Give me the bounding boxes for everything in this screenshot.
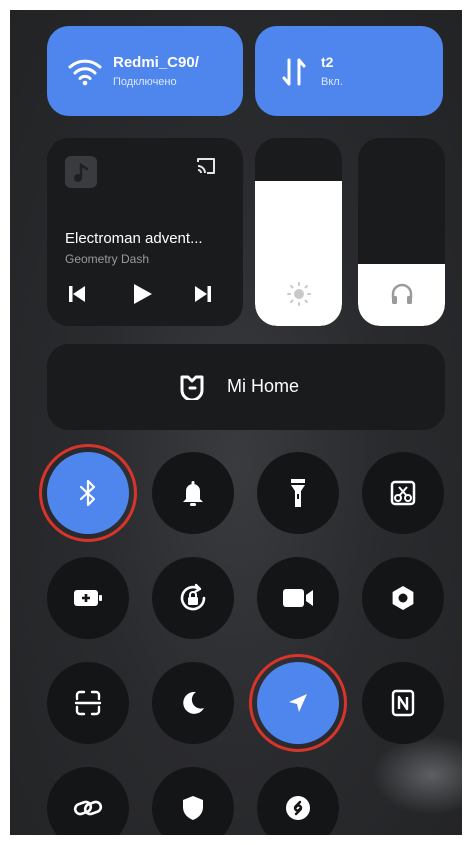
rotation-lock-toggle[interactable] bbox=[152, 557, 234, 639]
moon-icon bbox=[179, 689, 207, 717]
screenshot-toggle[interactable] bbox=[362, 452, 444, 534]
mobile-data-status: Вкл. bbox=[321, 76, 343, 88]
control-center: Redmi_C90/ Подключено t2 Вкл. Electroman… bbox=[10, 10, 462, 835]
shazam-icon bbox=[284, 794, 312, 822]
nfc-icon bbox=[391, 689, 415, 717]
flashlight-icon bbox=[288, 477, 308, 509]
shazam-toggle[interactable] bbox=[257, 767, 339, 835]
headphones-icon bbox=[389, 281, 415, 307]
play-icon[interactable] bbox=[133, 283, 153, 305]
wifi-tile[interactable]: Redmi_C90/ Подключено bbox=[47, 26, 243, 116]
wifi-name: Redmi_C90/ bbox=[113, 54, 199, 71]
bluetooth-highlight-ring bbox=[39, 444, 137, 542]
background-glow bbox=[372, 735, 462, 815]
media-artist: Geometry Dash bbox=[65, 252, 150, 266]
battery-plus-icon bbox=[73, 588, 103, 608]
media-title: Electroman advent... bbox=[65, 230, 203, 247]
settings-toggle[interactable] bbox=[362, 557, 444, 639]
rotation-lock-icon bbox=[177, 582, 209, 614]
wifi-icon bbox=[67, 56, 103, 86]
shield-icon bbox=[181, 794, 205, 822]
notifications-toggle[interactable] bbox=[152, 452, 234, 534]
brightness-slider[interactable] bbox=[255, 138, 342, 326]
link-toggle[interactable] bbox=[47, 767, 129, 835]
scanner-toggle[interactable] bbox=[47, 662, 129, 744]
volume-slider[interactable] bbox=[358, 138, 445, 326]
previous-icon[interactable] bbox=[69, 285, 85, 303]
bell-icon bbox=[180, 479, 206, 507]
wifi-status: Подключено bbox=[113, 76, 177, 88]
scan-icon bbox=[74, 689, 102, 717]
album-art-icon bbox=[65, 156, 97, 188]
cast-icon[interactable] bbox=[195, 156, 217, 176]
flashlight-toggle[interactable] bbox=[257, 452, 339, 534]
link-icon bbox=[73, 796, 103, 820]
screen-recorder-toggle[interactable] bbox=[257, 557, 339, 639]
location-highlight-ring bbox=[249, 654, 347, 752]
nfc-toggle[interactable] bbox=[362, 662, 444, 744]
hexagon-settings-icon bbox=[389, 584, 417, 612]
scissors-screenshot-icon bbox=[389, 479, 417, 507]
mi-home-tile[interactable]: Mi Home bbox=[47, 344, 445, 430]
mobile-data-name: t2 bbox=[321, 54, 334, 70]
mobile-data-arrows-icon bbox=[281, 56, 307, 88]
security-toggle[interactable] bbox=[152, 767, 234, 835]
dark-mode-toggle[interactable] bbox=[152, 662, 234, 744]
next-icon[interactable] bbox=[195, 285, 211, 303]
mi-home-label: Mi Home bbox=[227, 376, 300, 396]
mi-home-icon bbox=[179, 374, 205, 400]
mobile-data-tile[interactable]: t2 Вкл. bbox=[255, 26, 443, 116]
battery-saver-toggle[interactable] bbox=[47, 557, 129, 639]
media-player-tile[interactable]: Electroman advent... Geometry Dash bbox=[47, 138, 243, 326]
video-camera-icon bbox=[282, 587, 314, 609]
sun-icon bbox=[286, 281, 312, 307]
